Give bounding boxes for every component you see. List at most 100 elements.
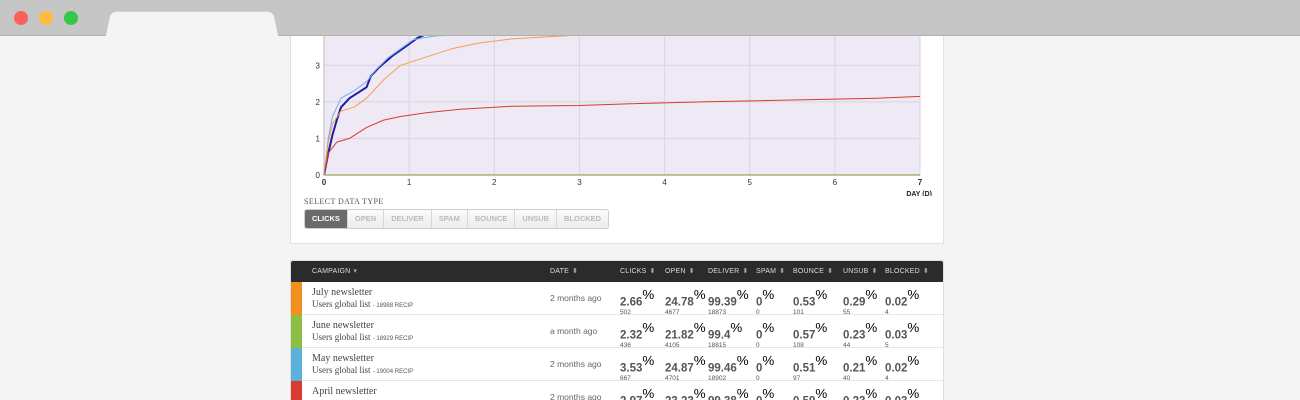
campaign-color-bar xyxy=(291,348,302,381)
minimize-window-icon[interactable] xyxy=(39,11,53,25)
col-date[interactable]: DATE ⬍ xyxy=(550,261,578,282)
metric-bounce: 0.57% 108 xyxy=(793,320,828,350)
x-tick-label: 3 xyxy=(577,178,582,187)
data-type-deliver-button[interactable]: DELIVER xyxy=(384,210,432,228)
col-clicks[interactable]: CLICKS ⬍ xyxy=(620,261,656,282)
col-bounce[interactable]: BOUNCE ⬍ xyxy=(793,261,833,282)
data-type-blocked-button[interactable]: BLOCKED xyxy=(557,210,609,228)
col-spam[interactable]: SPAM ⬍ xyxy=(756,261,785,282)
metric-blocked: 0.02% 4 xyxy=(885,287,920,317)
data-type-bounce-button[interactable]: BOUNCE xyxy=(467,210,516,228)
metric-spam: 0% 0 xyxy=(756,320,775,350)
metric-open: 24.78% 4677 xyxy=(665,287,706,317)
browser-toolbar xyxy=(0,0,1300,37)
metric-deliver: 99.38% xyxy=(708,386,749,400)
metric-clicks: 3.53% 667 xyxy=(620,353,655,383)
data-type-clicks-button[interactable]: CLICKS xyxy=(305,210,348,228)
campaign-date: a month ago xyxy=(550,326,598,336)
sort-icon: ⬍ xyxy=(827,268,834,275)
x-tick-label: 0 xyxy=(322,178,327,187)
metric-bounce: 0.59% xyxy=(793,386,828,400)
table-body: July newsletter Users global list - 18988… xyxy=(291,282,943,400)
col-unsub[interactable]: UNSUB ⬍ xyxy=(843,261,878,282)
campaign-name[interactable]: July newsletter xyxy=(312,287,372,298)
metric-bounce: 0.53% 101 xyxy=(793,287,828,317)
campaign-list: Users global list - 18988 RECIP xyxy=(312,299,414,309)
metric-unsub: 0.23% xyxy=(843,386,878,400)
campaign-list: Users global list - 19004 RECIP xyxy=(312,365,414,375)
metric-unsub: 0.23% 44 xyxy=(843,320,878,350)
sort-down-icon: ▾ xyxy=(353,268,358,275)
metric-spam: 0% xyxy=(756,386,775,400)
metric-clicks: 2.66% 502 xyxy=(620,287,655,317)
line-chart: 0 1 2 3 4 5 6 7 0 1 2 3 DAY (D) xyxy=(316,36,932,196)
plot-area xyxy=(324,36,920,175)
metric-bounce: 0.51% 97 xyxy=(793,353,828,383)
campaign-date: 2 months ago xyxy=(550,392,602,400)
campaign-name[interactable]: May newsletter xyxy=(312,353,374,364)
recipient-count: - 19004 RECIP xyxy=(372,369,414,375)
x-tick-label: 5 xyxy=(747,178,752,187)
table-row[interactable]: May newsletter Users global list - 19004 … xyxy=(291,348,943,383)
campaign-name[interactable]: April newsletter xyxy=(312,386,377,397)
x-tick-label: 2 xyxy=(492,178,497,187)
data-type-open-button[interactable]: OPEN xyxy=(347,210,385,228)
recipient-count: - 18988 RECIP xyxy=(372,303,414,309)
select-data-type-label: SELECT DATA TYPE xyxy=(304,197,384,206)
y-tick-label: 0 xyxy=(316,171,321,180)
x-tick-label: 7 xyxy=(918,178,923,187)
y-tick-label: 2 xyxy=(316,98,321,107)
data-type-selector: CLICKS OPEN DELIVER SPAM BOUNCE UNSUB BLOCKED xyxy=(304,209,610,229)
campaign-date: 2 months ago xyxy=(550,359,602,369)
metric-blocked: 0.03% xyxy=(885,386,920,400)
sort-icon: ⬍ xyxy=(649,268,656,275)
metric-open: 21.82% 4105 xyxy=(665,320,706,350)
table-row[interactable]: June newsletter Users global list - 18929… xyxy=(291,315,943,350)
sort-icon: ⬍ xyxy=(922,268,929,275)
close-window-icon[interactable] xyxy=(14,11,28,25)
metric-open: 24.87% 4701 xyxy=(665,353,706,383)
sort-icon: ⬍ xyxy=(871,268,878,275)
metric-open: 23.23% xyxy=(665,386,706,400)
metric-spam: 0% 0 xyxy=(756,287,775,317)
col-campaign[interactable]: CAMPAIGN ▾ xyxy=(312,261,357,282)
col-deliver[interactable]: DELIVER ⬍ xyxy=(708,261,748,282)
campaign-color-bar xyxy=(291,381,302,400)
data-type-spam-button[interactable]: SPAM xyxy=(431,210,468,228)
x-axis-label: DAY (D) xyxy=(906,191,932,196)
sort-icon: ⬍ xyxy=(742,268,749,275)
col-open[interactable]: OPEN ⬍ xyxy=(665,261,695,282)
browser-tab[interactable] xyxy=(106,11,278,37)
x-tick-label: 6 xyxy=(833,178,838,187)
sort-icon: ⬍ xyxy=(571,268,579,275)
metric-clicks: 2.97% xyxy=(620,386,655,400)
metric-deliver: 99.39% 18873 xyxy=(708,287,749,317)
metric-deliver: 99.46% 18902 xyxy=(708,353,749,383)
x-tick-label: 1 xyxy=(407,178,412,187)
metric-unsub: 0.29% 55 xyxy=(843,287,878,317)
metric-blocked: 0.03% 5 xyxy=(885,320,920,350)
campaign-color-bar xyxy=(291,282,302,315)
campaign-color-bar xyxy=(291,315,302,348)
metric-clicks: 2.32% 436 xyxy=(620,320,655,350)
recipient-count: - 18929 RECIP xyxy=(372,336,414,342)
table-header: CAMPAIGN ▾ DATE ⬍ CLICKS ⬍ OPEN ⬍ DELIVER ⬍ S… xyxy=(291,261,943,282)
metric-deliver: 99.4% 18815 xyxy=(708,320,743,350)
campaign-date: 2 months ago xyxy=(550,293,602,303)
y-tick-label: 1 xyxy=(316,134,321,143)
col-blocked[interactable]: BLOCKED ⬍ xyxy=(885,261,929,282)
metric-unsub: 0.21% 40 xyxy=(843,353,878,383)
sort-icon: ⬍ xyxy=(779,268,786,275)
metric-blocked: 0.02% 4 xyxy=(885,353,920,383)
campaign-list: Users global list - 18929 RECIP xyxy=(312,332,414,342)
campaign-name[interactable]: June newsletter xyxy=(312,320,374,331)
table-row[interactable]: July newsletter Users global list - 18988… xyxy=(291,282,943,317)
metric-spam: 0% 0 xyxy=(756,353,775,383)
chart-panel: 0 1 2 3 4 5 6 7 0 1 2 3 DAY (D) SELECT DATA TYPE CLI… xyxy=(290,36,944,244)
table-row[interactable]: April newsletter 2 months ago 2.97% 23.23%9… xyxy=(291,381,943,400)
maximize-window-icon[interactable] xyxy=(64,11,78,25)
data-type-unsub-button[interactable]: UNSUB xyxy=(515,210,558,228)
x-tick-label: 4 xyxy=(662,178,667,187)
campaign-table: CAMPAIGN ▾ DATE ⬍ CLICKS ⬍ OPEN ⬍ DELIVER ⬍ S… xyxy=(290,260,944,400)
y-tick-label: 3 xyxy=(316,61,321,70)
